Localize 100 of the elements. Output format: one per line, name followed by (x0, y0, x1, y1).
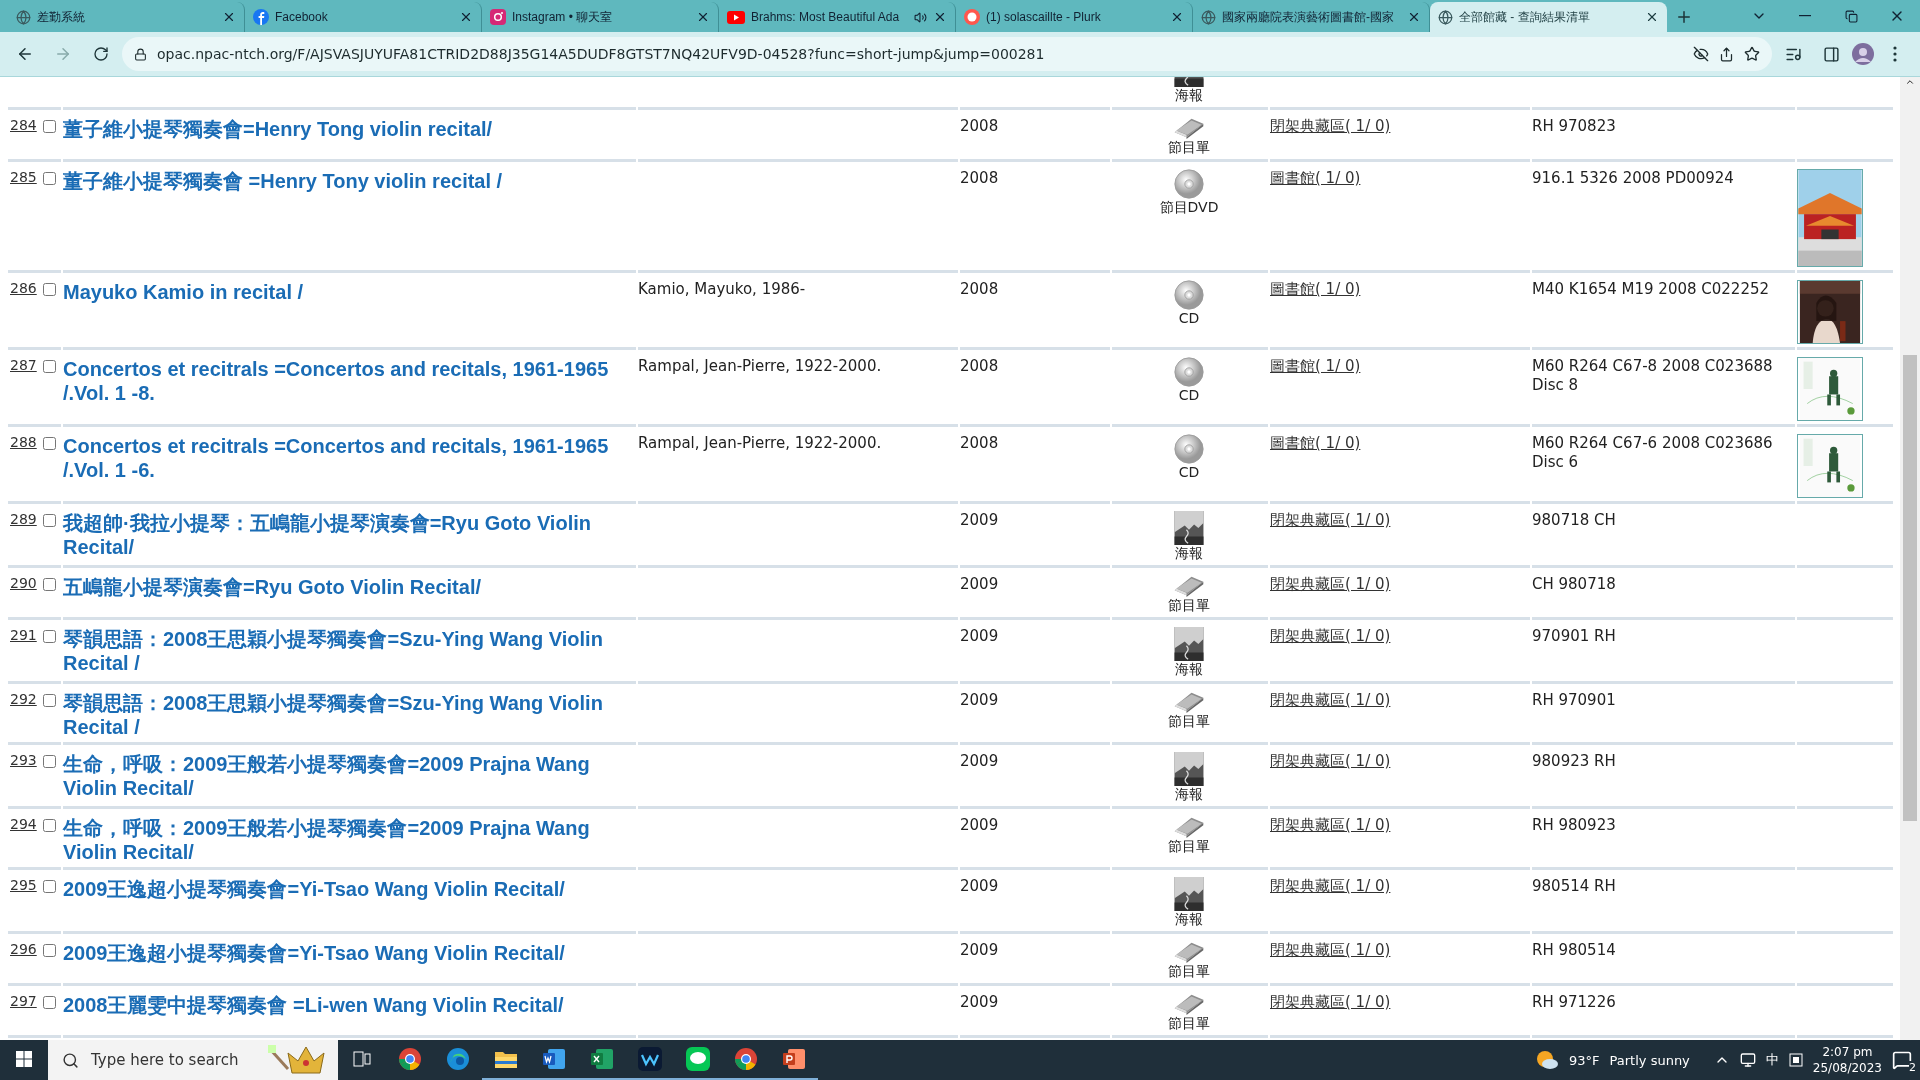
record-number-link[interactable]: 295 (10, 877, 37, 893)
select-checkbox[interactable] (42, 172, 56, 185)
format-label: 節目單 (1168, 1015, 1210, 1032)
record-number-link[interactable]: 290 (10, 575, 37, 591)
record-number-link[interactable]: 291 (10, 627, 37, 643)
select-checkbox[interactable] (42, 880, 56, 893)
location-link[interactable]: 閉架典藏區( 1/ 0) (1270, 117, 1391, 136)
location-link[interactable]: 閉架典藏區( 1/ 0) (1270, 575, 1391, 594)
chrome-icon[interactable] (398, 1047, 422, 1071)
select-checkbox[interactable] (42, 694, 56, 707)
tab-title: Facebook (275, 10, 329, 24)
chrome-icon[interactable] (734, 1047, 758, 1071)
clock[interactable]: 2:07 pm 25/08/2023 (1812, 1044, 1882, 1076)
close-icon[interactable] (933, 10, 947, 24)
select-checkbox[interactable] (42, 755, 56, 768)
location-link[interactable]: 閉架典藏區( 1/ 0) (1270, 752, 1391, 771)
taskbar-search-field[interactable]: Type here to search (48, 1040, 338, 1080)
powerpoint-icon[interactable] (782, 1048, 806, 1070)
edge-icon[interactable] (446, 1047, 470, 1071)
location-link[interactable]: 閉架典藏區( 1/ 0) (1270, 691, 1391, 710)
record-number-link[interactable]: 293 (10, 752, 37, 768)
select-checkbox[interactable] (42, 944, 56, 957)
plus-icon (1675, 8, 1693, 26)
close-icon[interactable] (459, 10, 473, 24)
title-link[interactable]: 琴韻思語：2008王思穎小提琴獨奏會=Szu-Ying Wang Violin Recital / (63, 691, 634, 739)
title-link[interactable]: 董子維小提琴獨奏會=Henry Tong violin recital/ (63, 117, 493, 141)
title-link[interactable]: 2008王麗雯中提琴獨奏會 =Li-wen Wang Violin Recital/ (63, 993, 564, 1017)
select-checkbox[interactable] (42, 514, 56, 527)
record-number-link[interactable]: 296 (10, 941, 37, 957)
speaker-icon[interactable] (914, 10, 927, 24)
location-link[interactable]: 圖書館( 1/ 0) (1270, 434, 1361, 453)
app-icon[interactable] (638, 1047, 662, 1071)
select-checkbox[interactable] (42, 283, 56, 296)
scrollbar-thumb[interactable] (1903, 355, 1917, 821)
record-number-link[interactable]: 287 (10, 357, 37, 373)
record-number-link[interactable]: 297 (10, 993, 37, 1009)
title-link[interactable]: Concertos et recitrals =Concertos and recitals, 1961-1965 /.Vol. 1 -6. (63, 434, 634, 482)
select-checkbox[interactable] (42, 578, 56, 591)
format-label: 海報 (1175, 545, 1203, 562)
record-number-link[interactable]: 284 (10, 117, 37, 133)
record-number-link[interactable]: 289 (10, 511, 37, 527)
location-link[interactable]: 圖書館( 1/ 0) (1270, 357, 1361, 376)
title-link[interactable]: 董子維小提琴獨奏會 =Henry Tony violin recital / (63, 169, 503, 193)
format-label: 海報 (1175, 911, 1203, 928)
select-checkbox[interactable] (42, 437, 56, 450)
close-icon[interactable] (1645, 10, 1659, 24)
share-icon[interactable] (1719, 46, 1734, 62)
title-link[interactable]: 2009王逸超小提琴獨奏會=Yi-Tsao Wang Violin Recital/ (63, 941, 565, 965)
lock-icon (134, 47, 147, 61)
side-panel-icon (1822, 45, 1840, 63)
record-number-link[interactable]: 286 (10, 280, 37, 296)
poster-icon (1174, 877, 1204, 911)
record-number-link[interactable]: 292 (10, 691, 37, 707)
location-link[interactable]: 閉架典藏區( 1/ 0) (1270, 941, 1391, 960)
location-link[interactable]: 圖書館( 1/ 0) (1270, 169, 1361, 188)
excel-icon[interactable] (590, 1048, 614, 1070)
chat-app-icon[interactable] (686, 1047, 710, 1071)
scroll-up-icon[interactable] (1905, 77, 1915, 87)
select-checkbox[interactable] (42, 120, 56, 133)
avatar-icon[interactable] (1852, 43, 1874, 65)
title-link[interactable]: 生命，呼吸：2009王般若小提琴獨奏會=2009 Prajna Wang Violin Recital/ (63, 816, 634, 864)
location-link[interactable]: 閉架典藏區( 1/ 0) (1270, 627, 1391, 646)
browser-tab[interactable]: 全部館藏 - 查詢結果清單 (1430, 2, 1667, 32)
folder-icon[interactable] (494, 1049, 518, 1069)
location-link[interactable]: 閉架典藏區( 1/ 0) (1270, 511, 1391, 530)
select-checkbox[interactable] (42, 630, 56, 643)
title-link[interactable]: Concertos et recitrals =Concertos and recitals, 1961-1965 /.Vol. 1 -8. (63, 357, 634, 405)
location-link[interactable]: 圖書館( 1/ 0) (1270, 280, 1361, 299)
close-icon[interactable] (1170, 10, 1184, 24)
network-icon[interactable] (1739, 1052, 1756, 1068)
location-link[interactable]: 閉架典藏區( 1/ 0) (1270, 993, 1391, 1012)
weather-icon[interactable] (1535, 1049, 1559, 1071)
title-link[interactable]: 琴韻思語：2008王思穎小提琴獨奏會=Szu-Ying Wang Violin Recital / (63, 627, 634, 675)
title-link[interactable]: 生命，呼吸：2009王般若小提琴獨奏會=2009 Prajna Wang Violin Recital/ (63, 752, 634, 800)
format-label: 海報 (1175, 786, 1203, 803)
record-number-link[interactable]: 294 (10, 816, 37, 832)
select-checkbox[interactable] (42, 360, 56, 373)
word-icon[interactable] (542, 1048, 566, 1070)
close-icon[interactable] (222, 10, 236, 24)
close-icon[interactable] (696, 10, 710, 24)
task-view-icon[interactable] (353, 1051, 371, 1067)
record-number-link[interactable]: 288 (10, 434, 37, 450)
title-link[interactable]: 五嶋龍小提琴演奏會=Ryu Goto Violin Recital/ (63, 575, 481, 599)
title-link[interactable]: 2009王逸超小提琴獨奏會=Yi-Tsao Wang Violin Recital/ (63, 877, 565, 901)
location-link[interactable]: 閉架典藏區( 1/ 0) (1270, 877, 1391, 896)
select-checkbox[interactable] (42, 819, 56, 832)
call-number-text: 916.1 5326 2008 PD00924 (1532, 169, 1734, 188)
address-field[interactable]: opac.npac-ntch.org/F/AJSVASJUYUFA81CTRID2D88J35G14A5DUDF8GTST7NQ42UFV9D-04528?func=short-jump&jump=000281 (122, 37, 1772, 71)
tab-title: Instagram • 聊天室 (512, 8, 614, 26)
title-link[interactable]: 我超帥·我拉小提琴：五嶋龍小提琴演奏會=Ryu Goto Violin Recital/ (63, 511, 634, 559)
call-number-text: RH 980923 (1532, 816, 1616, 835)
location-link[interactable]: 閉架典藏區( 1/ 0) (1270, 816, 1391, 835)
select-checkbox[interactable] (42, 996, 56, 1009)
title-link[interactable]: Mayuko Kamio in recital / (63, 280, 304, 304)
ime-mode-icon[interactable] (1788, 1053, 1803, 1067)
close-icon[interactable] (1407, 10, 1421, 24)
year-text: 2008 (960, 434, 999, 453)
eye-off-icon[interactable] (1693, 46, 1709, 62)
star-icon[interactable] (1744, 46, 1760, 62)
record-number-link[interactable]: 285 (10, 169, 37, 185)
